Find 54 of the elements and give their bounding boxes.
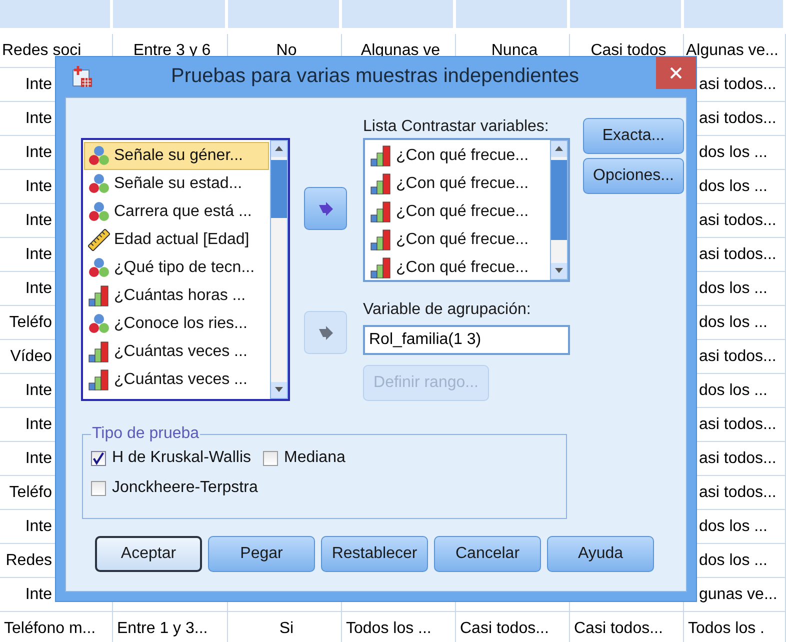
checkbox[interactable] [91,450,106,466]
bar-chart-icon [88,369,110,391]
close-button[interactable] [656,57,696,89]
checkbox[interactable] [263,450,278,466]
scrollbar[interactable] [550,140,568,280]
nominal-variable-icon [88,173,110,195]
bar-chart-icon [370,173,392,195]
nominal-variable-icon [88,201,110,223]
list-item[interactable]: ¿Con qué frecue... [366,170,549,198]
bar-chart-icon [370,201,392,223]
table-cell: Teléfono m... [0,612,113,642]
app-icon [70,65,94,89]
checkbox-label[interactable]: H de Kruskal-Wallis [112,449,251,467]
checkbox-label[interactable]: Jonckheere-Terpstra [112,479,258,497]
bar-chart-icon [88,285,110,307]
arrow-icon [318,200,334,216]
field-label: Lista Contrastar variables: [363,118,550,137]
variable-list[interactable]: Señale su géner... Señale su estad... Carrera que está ... Edad actual [Edad] ¿Qué tipo de tecn... ¿Cuántas horas ... ¿Conoce los ries... ¿Cuántas veces ... ¿Cuántas veces ... [81,138,290,401]
nominal-variable-icon [88,145,110,167]
dialog-button[interactable]: Pegar [208,536,315,572]
dialog-button[interactable]: Opciones... [583,158,684,194]
move-button[interactable] [304,187,347,230]
bar-chart-icon [370,229,392,251]
table-cell: Casi todos... [456,612,570,642]
input-field[interactable]: Rol_familia(1 3) [363,325,570,355]
nominal-variable-icon [88,257,110,279]
checkbox-label[interactable]: Mediana [284,449,346,467]
list-item[interactable]: ¿Con qué frecue... [366,226,549,254]
list-item[interactable]: ¿Con qué frecue... [366,254,549,280]
close-icon [670,67,682,79]
dialog-button[interactable]: Restablecer [321,536,428,572]
dialog-button[interactable]: Cancelar [434,536,541,572]
table-cell: Entre 1 y 3... [113,612,228,642]
table-cell: Todos los ... [342,612,456,642]
list-item[interactable]: ¿Con qué frecue... [366,198,549,226]
bar-chart-icon [370,145,392,167]
field-label: Variable de agrupación: [363,301,532,320]
scrollbar[interactable] [270,140,288,399]
checkmark-icon [92,452,105,464]
variable-list[interactable]: ¿Con qué frecue... ¿Con qué frecue... ¿Con qué frecue... ¿Con qué frecue... ¿Con qué frecue... [363,138,570,282]
arrow-icon [318,324,334,340]
dialog-button[interactable]: Ayuda [547,536,654,572]
checkbox[interactable] [91,480,106,496]
list-item[interactable]: ¿Con qué frecue... [366,142,549,170]
list-item[interactable]: Señale su géner... [84,142,269,170]
dialog-button[interactable]: Exacta... [583,118,684,154]
table-cell: Todos los . [684,612,786,642]
window-title: Pruebas para varias muestras independientes [170,65,580,88]
nominal-variable-icon [88,313,110,335]
bar-chart-icon [88,341,110,363]
table-cell: Casi todos... [570,612,684,642]
dialog-button[interactable]: Aceptar [95,536,202,572]
bar-chart-icon [370,257,392,279]
table-cell: Si [228,612,342,642]
